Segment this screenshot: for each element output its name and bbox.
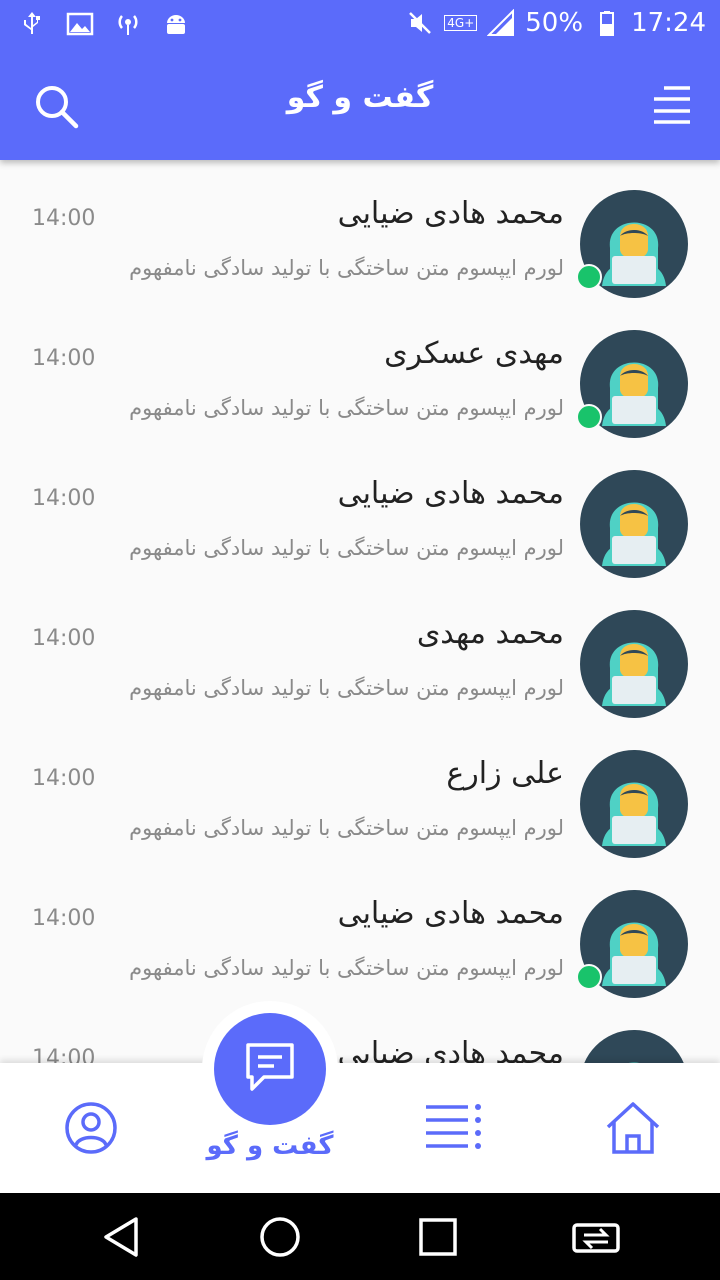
hotspot-icon bbox=[118, 15, 138, 35]
chat-icon bbox=[246, 1043, 294, 1091]
contact-name: محمد مهدی bbox=[416, 616, 564, 651]
chat-list-item[interactable]: محمد هادی ضیایی 14:00 bbox=[0, 1000, 720, 1064]
battery-icon bbox=[600, 11, 615, 36]
chat-fab-button[interactable] bbox=[214, 1013, 326, 1125]
chat-list-item[interactable]: مهدی عسکری لورم ایپسوم متن ساختگی با تولی… bbox=[0, 300, 720, 440]
app-bar: گفت و گو bbox=[0, 50, 720, 160]
active-tab-label[interactable]: گفت و گو bbox=[200, 1131, 340, 1161]
chat-list-item[interactable]: علی زارع لورم ایپسوم متن ساختگی با تولید … bbox=[0, 720, 720, 860]
chat-list-item[interactable]: محمد هادی ضیایی لورم ایپسوم متن ساختگی با… bbox=[0, 160, 720, 300]
recent-apps-icon[interactable] bbox=[418, 1217, 458, 1257]
message-preview: لورم ایپسوم متن ساختگی با تولید سادگی نا… bbox=[129, 816, 564, 840]
contact-name: محمد هادی ضیایی bbox=[337, 196, 564, 231]
page-title: گفت و گو bbox=[286, 80, 434, 115]
swap-icon[interactable] bbox=[570, 1215, 622, 1259]
avatar bbox=[580, 1030, 688, 1064]
online-status-dot bbox=[576, 964, 602, 990]
message-time: 14:00 bbox=[32, 626, 96, 651]
home-circle-icon[interactable] bbox=[258, 1215, 302, 1259]
system-navigation-bar bbox=[0, 1193, 720, 1280]
message-preview: لورم ایپسوم متن ساختگی با تولید سادگی نا… bbox=[129, 396, 564, 420]
message-preview: لورم ایپسوم متن ساختگی با تولید سادگی نا… bbox=[129, 676, 564, 700]
message-time: 14:00 bbox=[32, 486, 96, 511]
online-status-dot bbox=[576, 264, 602, 290]
network-type: 4G+ bbox=[444, 15, 478, 31]
back-icon[interactable] bbox=[100, 1215, 142, 1259]
menu-icon[interactable] bbox=[650, 84, 694, 126]
contact-name: محمد هادی ضیایی bbox=[337, 1036, 564, 1064]
chat-list-item[interactable]: محمد هادی ضیایی لورم ایپسوم متن ساختگی با… bbox=[0, 440, 720, 580]
list-icon[interactable] bbox=[424, 1101, 484, 1153]
chat-list: محمد هادی ضیایی لورم ایپسوم متن ساختگی با… bbox=[0, 160, 720, 1064]
message-preview: لورم ایپسوم متن ساختگی با تولید سادگی نا… bbox=[129, 956, 564, 980]
android-icon bbox=[167, 15, 185, 34]
avatar bbox=[580, 470, 688, 578]
mute-icon bbox=[409, 12, 432, 34]
message-time: 14:00 bbox=[32, 206, 96, 231]
online-status-dot bbox=[576, 404, 602, 430]
message-time: 14:00 bbox=[32, 766, 96, 791]
contact-name: محمد هادی ضیایی bbox=[337, 476, 564, 511]
message-time: 14:00 bbox=[32, 1046, 96, 1064]
bottom-navigation: گفت و گو bbox=[0, 1001, 720, 1193]
avatar bbox=[580, 750, 688, 858]
avatar bbox=[580, 610, 688, 718]
chat-list-item[interactable]: محمد هادی ضیایی لورم ایپسوم متن ساختگی با… bbox=[0, 860, 720, 1000]
profile-icon[interactable] bbox=[64, 1101, 118, 1155]
clock: 17:24 bbox=[631, 8, 706, 38]
status-bar: 4G+ 50% 17:24 bbox=[0, 0, 720, 50]
signal-icon bbox=[487, 9, 515, 36]
chat-list-item[interactable]: محمد مهدی لورم ایپسوم متن ساختگی با تولید… bbox=[0, 580, 720, 720]
usb-icon bbox=[24, 12, 40, 34]
contact-name: محمد هادی ضیایی bbox=[337, 896, 564, 931]
contact-name: مهدی عسکری bbox=[384, 336, 564, 371]
message-time: 14:00 bbox=[32, 346, 96, 371]
battery-percent: 50% bbox=[525, 8, 584, 38]
message-time: 14:00 bbox=[32, 906, 96, 931]
home-icon[interactable] bbox=[604, 1099, 662, 1157]
contact-name: علی زارع bbox=[446, 756, 564, 791]
message-preview: لورم ایپسوم متن ساختگی با تولید سادگی نا… bbox=[129, 536, 564, 560]
image-icon bbox=[66, 12, 94, 36]
message-preview: لورم ایپسوم متن ساختگی با تولید سادگی نا… bbox=[129, 256, 564, 280]
top-app-bar: 4G+ 50% 17:24 گفت و گو bbox=[0, 0, 720, 160]
